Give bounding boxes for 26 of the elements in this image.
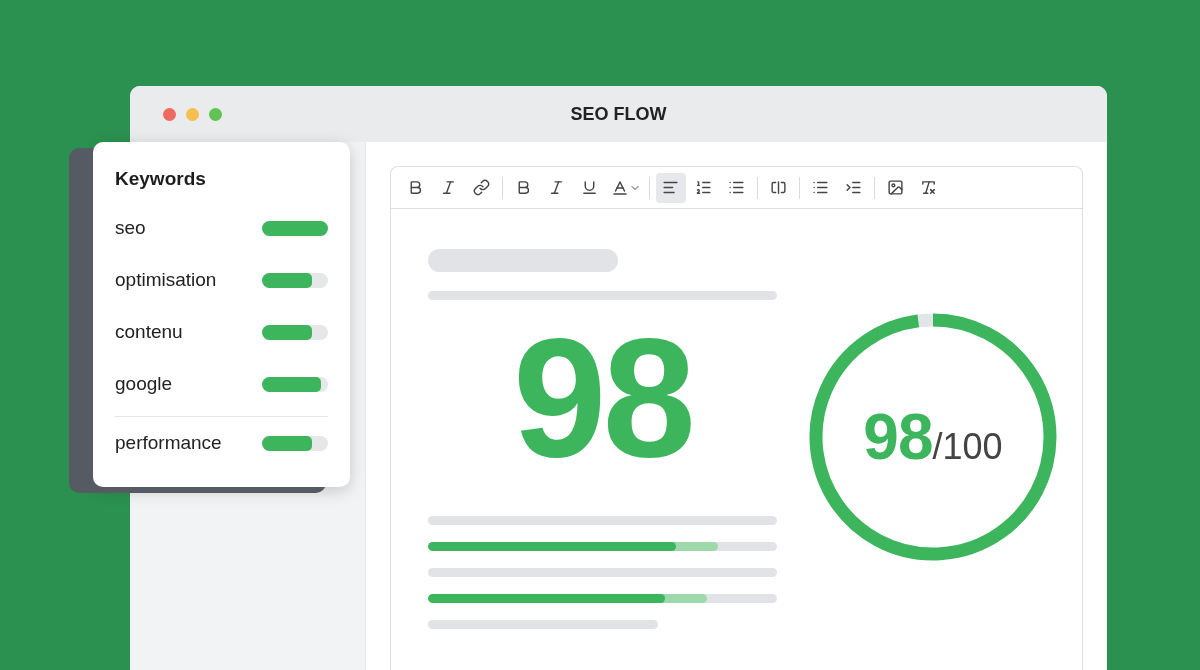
clear-format-icon (920, 179, 937, 196)
panel-title: Keywords (115, 168, 207, 190)
italic-icon (440, 179, 457, 196)
score-value: 98 (512, 314, 693, 482)
indent-icon (845, 179, 862, 196)
close-button[interactable] (163, 107, 176, 121)
keyword-term: google (115, 373, 173, 395)
bullet-list-icon (728, 179, 745, 196)
text-color-icon (610, 178, 629, 197)
ring-total: /100 (932, 426, 1003, 468)
ordered-list-icon (695, 179, 712, 196)
keyword-term: performance (115, 432, 222, 454)
keyword-term: contenu (115, 321, 183, 343)
dotted-list-icon (812, 179, 829, 196)
ring-score: 98 (863, 400, 933, 474)
link-icon (473, 179, 490, 196)
underline-icon (581, 179, 598, 196)
align-left-icon (662, 179, 679, 196)
keyword-term: optimisation (115, 269, 217, 291)
embed-icon (770, 179, 787, 196)
italic-icon (548, 179, 565, 196)
ring-gap (917, 313, 934, 328)
image-icon (887, 179, 904, 196)
align-left-button[interactable] (655, 172, 686, 203)
window-title: SEO FLOW (570, 103, 667, 125)
keyword-term: seo (115, 217, 146, 239)
